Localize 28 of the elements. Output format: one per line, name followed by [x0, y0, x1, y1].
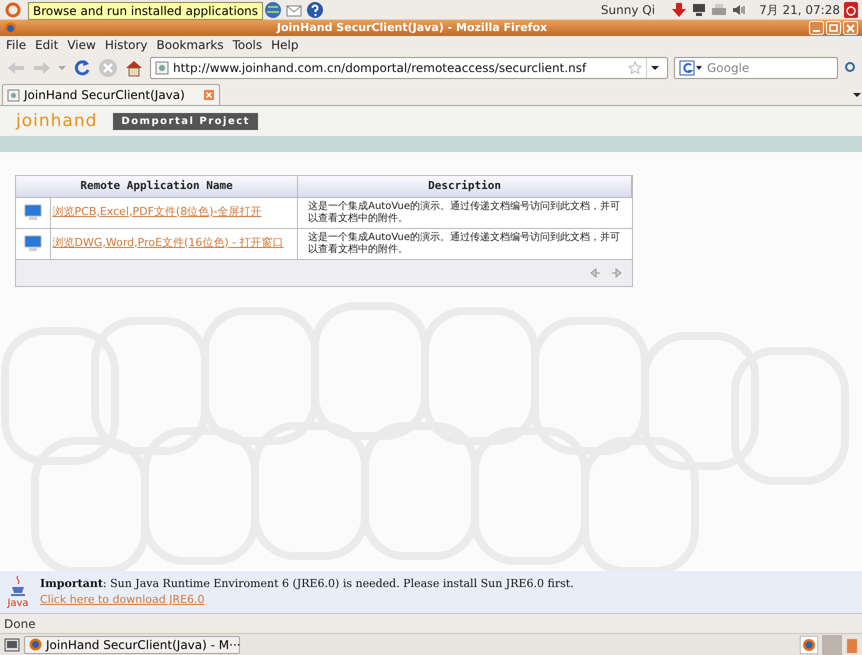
- table-cell: 这是一个集成AutoVue的演示。通过传递文档编号访问到此文档，并可以查看文档中的附件。: [298, 228, 632, 259]
- column-header[interactable]: Description: [298, 176, 632, 197]
- menu-item[interactable]: Bookmarks: [156, 36, 224, 54]
- column-header[interactable]: Remote Application Name: [16, 176, 298, 197]
- notice-text: Important: Sun Java Runtime Enviroment 6 (JRE6.0) is needed. Please install Sun JRE6.0 first.: [40, 576, 574, 592]
- clock[interactable]: 7月 21, 07:28: [759, 0, 840, 18]
- tooltip: Browse and run installed applications: [28, 2, 264, 20]
- user-name[interactable]: Sunny Qi: [600, 0, 656, 18]
- tab-label: JoinHand SecurClient(Java): [24, 87, 186, 104]
- url-text: http://www.joinhand.com.cn/domportal/remoteaccess/securclient.nsf: [173, 60, 588, 77]
- taskbar-button[interactable]: JoinHand SecurClient(Java) - M···: [24, 636, 240, 654]
- search-input[interactable]: Google: [707, 59, 833, 77]
- menu-item[interactable]: Edit: [35, 36, 58, 54]
- search-field[interactable]: Google: [674, 57, 838, 79]
- status-text: Done: [4, 616, 36, 632]
- address-field[interactable]: http://www.joinhand.com.cn/domportal/remoteaccess/securclient.nsf: [150, 57, 668, 79]
- project-label: Domportal Project: [113, 112, 258, 130]
- menu-item[interactable]: Help: [271, 36, 298, 54]
- menu-item[interactable]: File: [6, 36, 26, 54]
- taskbar-label: JoinHand SecurClient(Java) - M···: [46, 636, 241, 654]
- table-cell: 这是一个集成AutoVue的演示。通过传递文档编号访问到此文档，并可以查看文档中的附件。: [298, 197, 632, 228]
- menu-item[interactable]: History: [104, 36, 148, 54]
- menu-item[interactable]: View: [67, 36, 96, 54]
- tab[interactable]: JoinHand SecurClient(Java): [2, 84, 220, 105]
- window-title: JoinHand SecurClient(Java) - Mozilla Firefox: [275, 20, 548, 36]
- menu-item[interactable]: Tools: [232, 36, 262, 54]
- java-label: Java: [7, 599, 29, 609]
- logo: joinhand: [16, 112, 98, 130]
